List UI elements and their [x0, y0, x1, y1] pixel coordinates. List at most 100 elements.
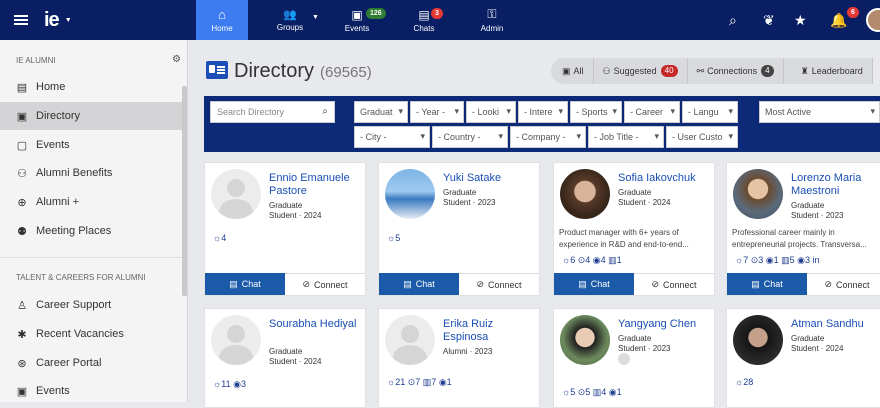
sidebar-item-recent-vacancies[interactable]: ✱ Recent Vacancies	[0, 320, 182, 348]
search-input[interactable]: Search Directory ⌕	[210, 101, 335, 123]
avatar[interactable]	[211, 169, 261, 219]
filter-looking[interactable]: - Looki	[466, 101, 516, 123]
connect-button[interactable]: ⊘ Connect	[807, 273, 880, 295]
connect-button[interactable]: ⊘ Connect	[459, 273, 539, 295]
id-card-icon: ▣	[16, 110, 28, 123]
filter-job-title[interactable]: - Job Title -	[588, 126, 664, 148]
sidebar-item-home[interactable]: ▤ Home	[0, 73, 182, 101]
sidebar-section-talent: TALENT & CAREERS FOR ALUMNI	[16, 273, 146, 282]
profile-name[interactable]: Ennio Emanuele Pastore	[269, 172, 365, 198]
filter-year[interactable]: - Year -	[410, 101, 464, 123]
card-icon: ▤	[16, 81, 28, 94]
profile-card[interactable]: Erika Ruiz Espinosa Alumni · 2023 ☼21 ⊙7…	[378, 308, 540, 408]
sidebar-item-career-support[interactable]: ♙ Career Support	[0, 291, 182, 319]
filter-career[interactable]: - Career	[624, 101, 680, 123]
avatar[interactable]	[385, 315, 435, 365]
chevron-down-icon[interactable]: ▼	[312, 14, 319, 21]
profile-name[interactable]: Atman Sandhu	[791, 318, 880, 331]
tab-suggested[interactable]: ⚇ Suggested 40	[594, 58, 688, 84]
chat-button[interactable]: ▤ Chat	[727, 273, 807, 295]
nav-home[interactable]: ⌂ Home	[196, 0, 248, 40]
profile-card[interactable]: Atman Sandhu Graduate Student · 2024 ☼28	[726, 308, 880, 408]
page-title-text: Directory	[234, 60, 315, 82]
filter-sports[interactable]: - Sports	[570, 101, 622, 123]
sidebar-item-events-2[interactable]: ▣ Events	[0, 377, 182, 405]
sidebar-item-alumni-plus[interactable]: ⊕ Alumni +	[0, 188, 182, 216]
profile-name[interactable]: Sourabha Hediyal	[269, 318, 365, 331]
profile-card[interactable]: Yuki Satake Graduate Student · 2023 ☼5 ▤…	[378, 162, 540, 296]
nav-events[interactable]: ▣ Events	[334, 0, 380, 40]
search-icon[interactable]: ⌕	[322, 106, 328, 117]
sidebar-scrollbar[interactable]	[182, 86, 187, 296]
sidebar-section-ie-alumni: IE ALUMNI	[16, 56, 56, 65]
connect-button[interactable]: ⊘ Connect	[285, 273, 365, 295]
star-icon[interactable]: ★	[794, 12, 807, 29]
home-icon: ⌂	[218, 7, 226, 22]
tab-connections[interactable]: ⚯ Connections 4	[688, 58, 784, 84]
profile-stats: ☼28	[735, 377, 754, 387]
suggested-icon: ⚇	[602, 65, 611, 76]
chevron-down-icon[interactable]: ▼	[65, 17, 72, 24]
chat-button[interactable]: ▤ Chat	[554, 273, 634, 295]
avatar[interactable]	[733, 315, 783, 365]
person-icon: ♙	[17, 299, 27, 312]
filter-user-custom[interactable]: - User Custo	[666, 126, 738, 148]
sidebar-item-label: Career Portal	[36, 357, 102, 369]
search-placeholder: Search Directory	[217, 107, 285, 117]
bell-icon[interactable]: 🔔	[830, 12, 847, 29]
avatar[interactable]	[560, 169, 610, 219]
sidebar-item-alumni-benefits[interactable]: ⚇ Alumni Benefits	[0, 159, 182, 187]
filter-city[interactable]: - City -	[354, 126, 430, 148]
sidebar-item-career-portal[interactable]: ⊛ Career Portal	[0, 349, 182, 377]
chat-icon: ▤	[418, 7, 430, 22]
filter-country[interactable]: - Country -	[432, 126, 508, 148]
sidebar-item-directory[interactable]: ▣ Directory	[0, 102, 182, 130]
profile-role: Graduate	[269, 201, 303, 210]
profile-name[interactable]: Yangyang Chen	[618, 318, 714, 331]
chat-button[interactable]: ▤ Chat	[205, 273, 285, 295]
connect-label: Connect	[314, 279, 348, 290]
profile-card[interactable]: Sourabha Hediyal Graduate Student · 2024…	[204, 308, 366, 408]
nav-chats[interactable]: ▤ Chats	[404, 0, 444, 40]
profile-name[interactable]: Erika Ruiz Espinosa	[443, 318, 539, 344]
tab-leaderboard[interactable]: ♜ Leaderboard	[791, 58, 873, 84]
sidebar-item-events[interactable]: ▢ Events	[0, 131, 182, 159]
logo[interactable]: ie	[44, 9, 60, 32]
profile-card[interactable]: Yangyang Chen Graduate Student · 2023 ☼5…	[553, 308, 715, 408]
profile-card[interactable]: Sofia Iakovchuk Graduate Student · 2024 …	[553, 162, 715, 296]
user-avatar[interactable]	[866, 8, 880, 32]
profile-card[interactable]: Lorenzo Maria Maestroni Graduate Student…	[726, 162, 880, 296]
filter-bar: Search Directory ⌕ Graduat - Year - - Loo…	[204, 96, 880, 152]
profile-card[interactable]: Ennio Emanuele Pastore Graduate Student …	[204, 162, 366, 296]
chat-label: Chat	[763, 279, 783, 289]
calendar-plus-icon: ▣	[16, 385, 28, 398]
connect-button[interactable]: ⊘ Connect	[634, 273, 714, 295]
filter-graduate[interactable]: Graduat	[354, 101, 408, 123]
hamburger-menu-icon[interactable]	[14, 15, 28, 25]
trophy-icon: ♜	[800, 65, 809, 76]
leaf-icon[interactable]: ❦	[763, 12, 775, 29]
avatar[interactable]	[733, 169, 783, 219]
filter-language[interactable]: - Langu	[682, 101, 738, 123]
nav-admin-label: Admin	[480, 24, 504, 33]
nav-admin[interactable]: ⚿ Admin	[470, 0, 514, 40]
sidebar-item-label: Meeting Places	[36, 225, 112, 237]
profile-bio: Product manager with 6+ years of experie…	[559, 228, 689, 249]
nav-chats-label: Chats	[413, 23, 435, 33]
avatar[interactable]	[560, 315, 610, 365]
sort-select[interactable]: Most Active	[759, 101, 880, 123]
avatar[interactable]	[211, 315, 261, 365]
nav-groups[interactable]: 👥 Groups	[262, 0, 318, 40]
profile-name[interactable]: Yuki Satake	[443, 172, 539, 185]
search-icon[interactable]: ⌕	[729, 12, 737, 29]
filter-interests[interactable]: - Intere	[518, 101, 568, 123]
chat-icon: ▤	[403, 278, 412, 289]
tab-all[interactable]: ▣ All	[553, 58, 594, 84]
chat-button[interactable]: ▤ Chat	[379, 273, 459, 295]
profile-name[interactable]: Sofia Iakovchuk	[618, 172, 714, 185]
filter-company[interactable]: - Company -	[510, 126, 586, 148]
avatar[interactable]	[385, 169, 435, 219]
gear-icon[interactable]: ⚙	[172, 54, 181, 65]
sidebar-item-meeting-places[interactable]: ⚉ Meeting Places	[0, 217, 182, 245]
profile-name[interactable]: Lorenzo Maria Maestroni	[791, 172, 880, 198]
